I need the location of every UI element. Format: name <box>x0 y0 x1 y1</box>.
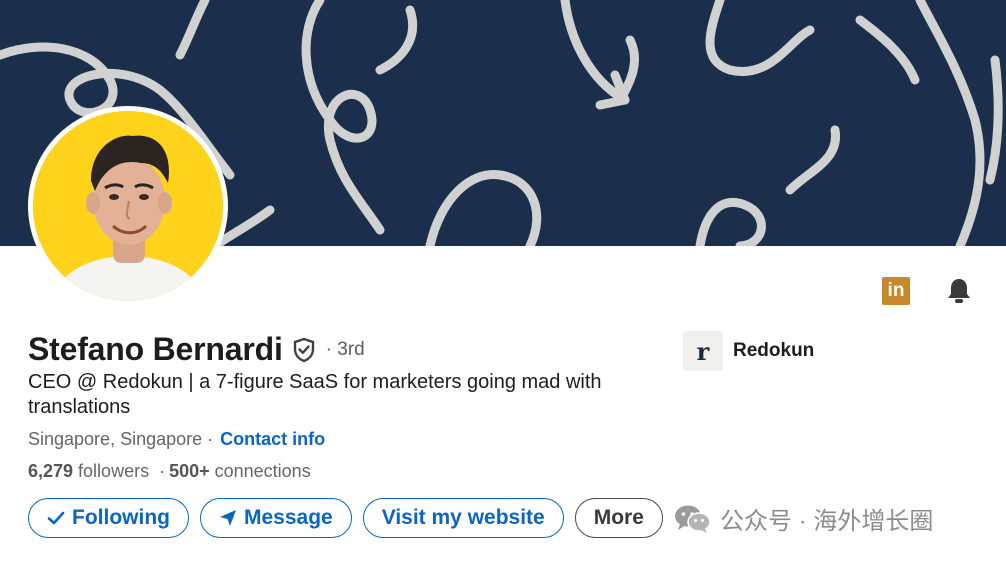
wechat-watermark: 公众号 · 海外增长圈 <box>674 501 933 536</box>
following-button[interactable]: Following <box>28 498 189 538</box>
bell-icon[interactable] <box>944 276 974 306</box>
top-icons: in <box>882 276 974 306</box>
visit-website-label: Visit my website <box>381 506 545 529</box>
avatar-photo <box>33 111 223 301</box>
profile-location: Singapore, Singapore · <box>28 429 214 449</box>
following-label: Following <box>72 506 170 529</box>
wechat-icon <box>674 504 712 534</box>
profile-headline: CEO @ Redokun | a 7-figure SaaS for mark… <box>28 371 602 418</box>
profile-avatar[interactable] <box>28 106 228 306</box>
more-button[interactable]: More <box>574 498 663 538</box>
location-row: Singapore, Singapore · Contact info <box>28 429 325 450</box>
more-label: More <box>593 506 644 529</box>
contact-info-link[interactable]: Contact info <box>220 429 325 450</box>
company-logo: r <box>683 331 723 371</box>
linkedin-icon[interactable]: in <box>882 277 910 305</box>
current-company[interactable]: r Redokun <box>683 331 814 371</box>
linkedin-badge-text: in <box>887 280 905 301</box>
message-label: Message <box>243 506 333 529</box>
name-row: Stefano Bernardi · 3rd <box>28 331 365 368</box>
connections-count[interactable]: 500+ <box>169 461 210 482</box>
send-icon <box>219 509 237 527</box>
visit-website-button[interactable]: Visit my website <box>362 498 564 538</box>
connections-label[interactable]: connections <box>215 461 311 482</box>
profile-name: Stefano Bernardi <box>28 331 283 367</box>
verified-shield-icon[interactable] <box>292 336 318 364</box>
stats-row: 6,279 followers · 500+ connections <box>28 461 311 482</box>
stats-separator: · <box>159 461 166 481</box>
connection-degree: · 3rd <box>325 338 365 360</box>
company-name: Redokun <box>733 340 815 361</box>
followers-count: 6,279 <box>28 461 74 481</box>
message-button[interactable]: Message <box>199 498 352 538</box>
watermark-text: 公众号 · 海外增长圈 <box>720 508 934 535</box>
check-icon <box>47 510 65 526</box>
profile-actions: Following Message Visit my website More <box>28 498 663 538</box>
followers-label: followers <box>78 461 150 481</box>
